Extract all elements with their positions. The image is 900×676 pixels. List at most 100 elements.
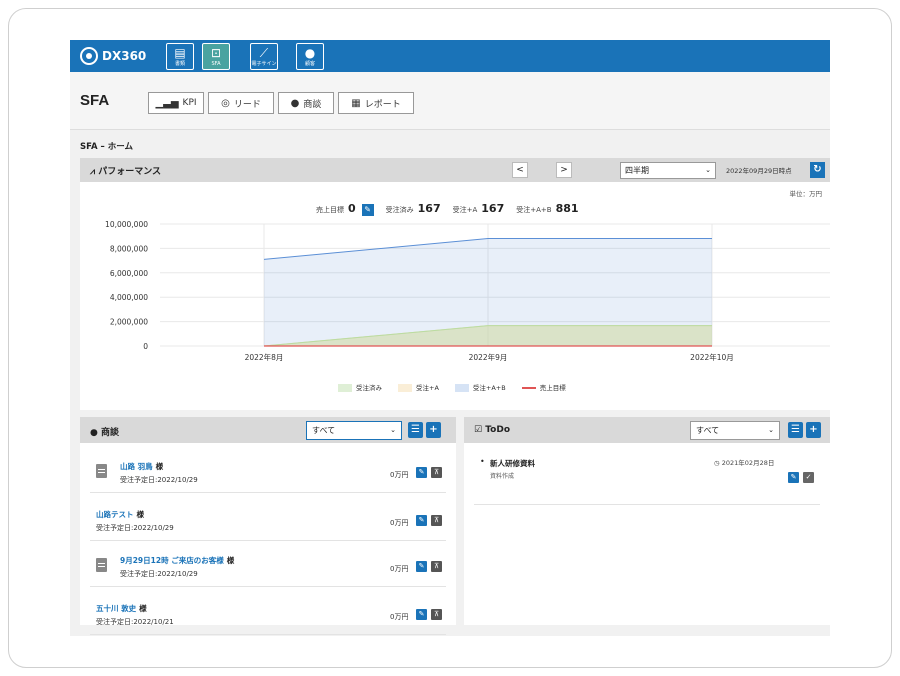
todo-sub-text: 資料作成 xyxy=(490,473,515,480)
deal-due-date: 受注予定日:2022/10/21 xyxy=(96,618,174,626)
deal-name[interactable]: 9月29日12時 ご来店のお客様様 xyxy=(120,555,234,566)
legend-item[interactable]: 受注+A xyxy=(398,382,439,392)
pin-icon: ⊼ xyxy=(433,468,440,476)
period-select[interactable]: 四半期 ⌄ xyxy=(620,162,716,179)
y-tick-label: 4,000,000 xyxy=(110,293,148,302)
deal-action-button[interactable]: ⊼ xyxy=(431,609,442,620)
pencil-icon: ✎ xyxy=(418,516,425,524)
lead-icon: ◎ xyxy=(221,97,230,109)
deal-name[interactable]: 五十川 敦史様 xyxy=(96,603,147,614)
pencil-icon: ✎ xyxy=(418,562,425,570)
legend-label: 受注+A+B xyxy=(472,384,506,392)
report-icon: ▦ xyxy=(351,97,361,109)
breadcrumb: SFA – ホーム xyxy=(80,142,133,152)
add-todo-button[interactable]: + xyxy=(806,422,821,438)
performance-chart: 10,000,000 8,000,000 6,000,000 4,000,000 2,0… xyxy=(105,220,830,362)
nav-label: リード xyxy=(233,99,261,110)
deal-name[interactable]: 山路 羽鳥様 xyxy=(120,461,163,472)
deal-action-button[interactable]: ⊼ xyxy=(431,467,442,478)
deal-row[interactable]: 山路テスト様受注予定日:2022/10/29 0万円 ✎ ⊼ xyxy=(90,501,446,541)
edit-deal-button[interactable]: ✎ xyxy=(416,467,427,478)
y-tick-label: 0 xyxy=(143,342,148,351)
todo-date: ◷ 2021年02月28日 xyxy=(714,459,775,467)
todo-title-text: 新人研修資料 xyxy=(490,459,535,468)
edit-deal-button[interactable]: ✎ xyxy=(416,515,427,526)
deal-row[interactable]: 五十川 敦史様受注予定日:2022/10/21 0万円 ✎ ⊼ xyxy=(90,595,446,635)
bar-chart-icon: ▁▃▅ xyxy=(155,97,179,109)
legend-swatch xyxy=(454,384,469,392)
prev-period-button[interactable]: < xyxy=(512,162,528,178)
performance-panel: ⩘ パフォーマンス < > 四半期 ⌄ 2022年09月29日時点 ↻ 単位：万… xyxy=(80,158,830,410)
app-sfa[interactable]: ⊡ SFA xyxy=(202,43,230,70)
signature-icon: ⟋ xyxy=(259,46,269,60)
pin-icon: ⊼ xyxy=(433,562,440,570)
person-icon: ● xyxy=(290,97,300,109)
edit-todo-button[interactable]: ✎ xyxy=(788,472,799,483)
nav-label: 商談 xyxy=(303,99,322,110)
deal-name[interactable]: 山路テスト様 xyxy=(96,509,144,520)
deals-header: ● 商談 すべて ⌄ ☰ + xyxy=(80,417,456,443)
top-bar: DX360 ▤ 書類 ⊡ SFA ⟋ 電子サイン ● 顧客 xyxy=(70,40,830,72)
page-title: SFA xyxy=(80,92,110,109)
todo-filter-select[interactable]: すべて ⌄ xyxy=(690,421,780,440)
deal-amount: 0万円 xyxy=(390,519,409,527)
edit-deal-button[interactable]: ✎ xyxy=(416,561,427,572)
deal-due-date: 受注予定日:2022/10/29 xyxy=(96,524,174,532)
checkbox-icon: ☑ xyxy=(474,425,483,435)
edit-deal-button[interactable]: ✎ xyxy=(416,609,427,620)
deal-row[interactable]: 山路 羽鳥様受注予定日:2022/10/29 0万円 ✎ ⊼ xyxy=(90,453,446,493)
person-icon: ● xyxy=(304,46,316,60)
add-deal-button[interactable]: + xyxy=(426,422,441,438)
legend-item[interactable]: 受注済み xyxy=(338,382,382,392)
todo-item[interactable]: • 新人研修資料 資料作成 ◷ 2021年02月28日 ✎ ✓ xyxy=(474,455,820,505)
document-icon: ▤ xyxy=(174,46,186,60)
legend-swatch xyxy=(338,384,352,392)
legend-label: 受注済み xyxy=(356,384,382,392)
pencil-icon: ✎ xyxy=(418,610,425,618)
chevron-down-icon: ⌄ xyxy=(768,426,774,434)
refresh-button[interactable]: ↻ xyxy=(810,162,825,178)
app-label: 電子サイン xyxy=(251,61,277,67)
check-icon: ✓ xyxy=(805,473,812,481)
deal-due-date: 受注予定日:2022/10/29 xyxy=(120,476,198,484)
todo-header: ☑ ToDo すべて ⌄ ☰ + xyxy=(464,417,830,443)
app-customers[interactable]: ● 顧客 xyxy=(296,43,324,70)
deals-list-button[interactable]: ☰ xyxy=(408,422,423,438)
legend-item[interactable]: 売上目標 xyxy=(521,382,566,392)
app-label: 顧客 xyxy=(304,61,315,67)
pin-icon: ⊼ xyxy=(433,516,440,524)
app-label: 書類 xyxy=(174,61,185,67)
nav-report-button[interactable]: ▦ レポート xyxy=(338,92,414,114)
nav-lead-button[interactable]: ◎ リード xyxy=(208,92,274,114)
todo-list-button[interactable]: ☰ xyxy=(788,422,803,438)
pencil-icon: ✎ xyxy=(364,205,371,214)
chevron-down-icon: ⌄ xyxy=(390,426,396,434)
y-tick-label: 10,000,000 xyxy=(105,220,148,229)
app-documents[interactable]: ▤ 書類 xyxy=(166,43,194,70)
legend-swatch xyxy=(521,387,536,389)
nav-deal-button[interactable]: ● 商談 xyxy=(278,92,334,114)
line-chart-icon: ⩘ xyxy=(90,167,96,177)
nav-kpi-button[interactable]: ▁▃▅ KPI xyxy=(148,92,204,114)
deal-due-date: 受注予定日:2022/10/29 xyxy=(120,570,198,578)
deals-filter-select[interactable]: すべて ⌄ xyxy=(306,421,402,440)
y-tick-label: 6,000,000 xyxy=(110,269,148,278)
legend-item[interactable]: 受注+A+B xyxy=(454,382,506,392)
brand-logo[interactable]: DX360 xyxy=(80,46,146,66)
deal-action-button[interactable]: ⊼ xyxy=(431,515,442,526)
list-icon: ☰ xyxy=(411,424,420,435)
list-icon: ☰ xyxy=(791,424,800,435)
plus-icon: + xyxy=(429,424,438,435)
y-tick-label: 2,000,000 xyxy=(110,318,148,327)
nav-label: レポート xyxy=(364,99,401,110)
pencil-icon: ✎ xyxy=(790,473,797,481)
clock-icon: ◷ xyxy=(714,459,722,467)
app-esign[interactable]: ⟋ 電子サイン xyxy=(250,43,278,70)
next-period-button[interactable]: > xyxy=(556,162,572,178)
complete-todo-button[interactable]: ✓ xyxy=(803,472,814,483)
performance-title: ⩘ パフォーマンス xyxy=(90,167,162,177)
deal-action-button[interactable]: ⊼ xyxy=(431,561,442,572)
logo-icon xyxy=(80,47,98,65)
deal-row[interactable]: 9月29日12時 ご来店のお客様様受注予定日:2022/10/29 0万円 ✎ ⊼ xyxy=(90,547,446,587)
plus-icon: + xyxy=(809,424,818,435)
